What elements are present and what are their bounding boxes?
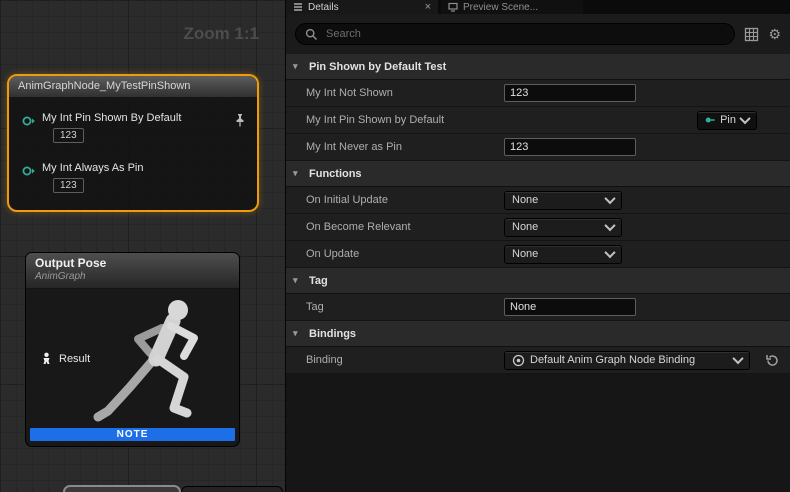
unreal-editor-window: Zoom 1:1 AnimGraphNode_MyTestPinShown My…: [0, 0, 790, 492]
chevron-down-icon: [604, 220, 615, 231]
tab-label: Details: [308, 2, 339, 13]
chevron-down-icon: ▾: [293, 275, 303, 286]
section-title: Tag: [309, 275, 328, 287]
tag-input[interactable]: [504, 298, 636, 316]
search-icon: [305, 28, 318, 41]
pin-value-input[interactable]: 123: [53, 128, 84, 143]
chevron-down-icon: ▾: [293, 328, 303, 339]
binding-dropdown[interactable]: Default Anim Graph Node Binding: [504, 351, 750, 370]
tab-preview-scene[interactable]: Preview Scene...: [441, 0, 583, 14]
on-initial-update-dropdown[interactable]: None: [504, 191, 622, 210]
section-title: Functions: [309, 168, 362, 180]
pin-label: My Int Pin Shown By Default: [42, 112, 181, 124]
int-pin-icon[interactable]: [22, 114, 36, 132]
property-label: On Update: [286, 248, 504, 260]
preview-scene-tab-icon: [448, 2, 458, 12]
pin-value-input[interactable]: 123: [53, 178, 84, 193]
row-tag: Tag: [286, 294, 790, 321]
property-label: My Int Never as Pin: [286, 141, 504, 153]
chevron-down-icon: [732, 353, 743, 364]
chevron-down-icon: [739, 113, 750, 124]
section-tag[interactable]: ▾ Tag: [286, 268, 790, 294]
gear-icon[interactable]: ⚙: [768, 27, 781, 41]
details-toolbar: ⚙: [286, 14, 790, 54]
chevron-down-icon: ▾: [293, 61, 303, 72]
row-binding: Binding Default Anim Graph Node Binding: [286, 347, 790, 374]
property-label: My Int Not Shown: [286, 87, 504, 99]
tab-label: Preview Scene...: [463, 2, 538, 13]
row-my-int-never-as-pin: My Int Never as Pin: [286, 134, 790, 161]
pose-pin-icon: [40, 352, 53, 365]
chevron-down-icon: [604, 193, 615, 204]
pin-icon: [705, 115, 715, 125]
tab-details[interactable]: Details ×: [286, 0, 438, 14]
row-my-int-pin-shown-by-default: My Int Pin Shown by Default Pin: [286, 107, 790, 134]
my-int-not-shown-input[interactable]: [504, 84, 636, 102]
on-become-relevant-dropdown[interactable]: None: [504, 218, 622, 237]
graph-node-partial[interactable]: [63, 485, 181, 492]
property-label: My Int Pin Shown by Default: [286, 114, 504, 126]
search-input[interactable]: [324, 27, 725, 41]
details-tab-icon: [293, 2, 303, 12]
result-pin-label: Result: [59, 353, 90, 365]
section-title: Pin Shown by Default Test: [309, 61, 446, 73]
tab-bar: Details × Preview Scene...: [286, 0, 790, 14]
details-panel: Details × Preview Scene... ⚙ ▾ Pin Shown…: [285, 0, 790, 492]
dropdown-value: None: [512, 194, 538, 206]
close-icon[interactable]: ×: [425, 2, 431, 12]
anim-graph-node-selected[interactable]: AnimGraphNode_MyTestPinShown My Int Pin …: [7, 74, 259, 212]
section-bindings[interactable]: ▾ Bindings: [286, 321, 790, 347]
pin-visibility-dropdown[interactable]: Pin: [697, 111, 757, 130]
dropdown-value: Default Anim Graph Node Binding: [530, 354, 695, 366]
row-on-update: On Update None: [286, 241, 790, 268]
node-header: Output Pose AnimGraph: [26, 253, 239, 289]
display-filter-icon[interactable]: [744, 27, 759, 42]
node-title: AnimGraphNode_MyTestPinShown: [9, 76, 257, 98]
on-update-dropdown[interactable]: None: [504, 245, 622, 264]
anim-graph-canvas[interactable]: Zoom 1:1 AnimGraphNode_MyTestPinShown My…: [0, 0, 285, 492]
property-label: On Become Relevant: [286, 221, 504, 233]
pin-toggle-icon[interactable]: [234, 113, 246, 132]
pin-label: My Int Always As Pin: [42, 162, 143, 174]
int-pin-icon[interactable]: [22, 164, 36, 182]
dropdown-value: None: [512, 248, 538, 260]
property-label: Tag: [286, 301, 504, 313]
search-box[interactable]: [295, 23, 735, 45]
dropdown-value: None: [512, 221, 538, 233]
node-subtitle: AnimGraph: [35, 271, 230, 282]
result-pin[interactable]: Result: [40, 352, 90, 365]
zoom-level-label: Zoom 1:1: [183, 24, 259, 44]
row-on-become-relevant: On Become Relevant None: [286, 214, 790, 241]
property-label: On Initial Update: [286, 194, 504, 206]
chevron-down-icon: [604, 247, 615, 258]
node-title: Output Pose: [35, 256, 230, 270]
reset-to-default-icon[interactable]: [765, 354, 780, 367]
property-label: Binding: [286, 354, 504, 366]
note-tag: NOTE: [30, 428, 235, 441]
row-on-initial-update: On Initial Update None: [286, 187, 790, 214]
section-pin-shown-by-default-test[interactable]: ▾ Pin Shown by Default Test: [286, 54, 790, 80]
binding-icon: [512, 354, 525, 367]
output-pose-node[interactable]: Output Pose AnimGraph Result NOTE: [25, 252, 240, 447]
chevron-down-icon: ▾: [293, 168, 303, 179]
dropdown-value: Pin: [720, 114, 736, 126]
my-int-never-as-pin-input[interactable]: [504, 138, 636, 156]
row-my-int-not-shown: My Int Not Shown: [286, 80, 790, 107]
graph-node-partial[interactable]: [181, 486, 283, 492]
section-functions[interactable]: ▾ Functions: [286, 161, 790, 187]
section-title: Bindings: [309, 328, 356, 340]
